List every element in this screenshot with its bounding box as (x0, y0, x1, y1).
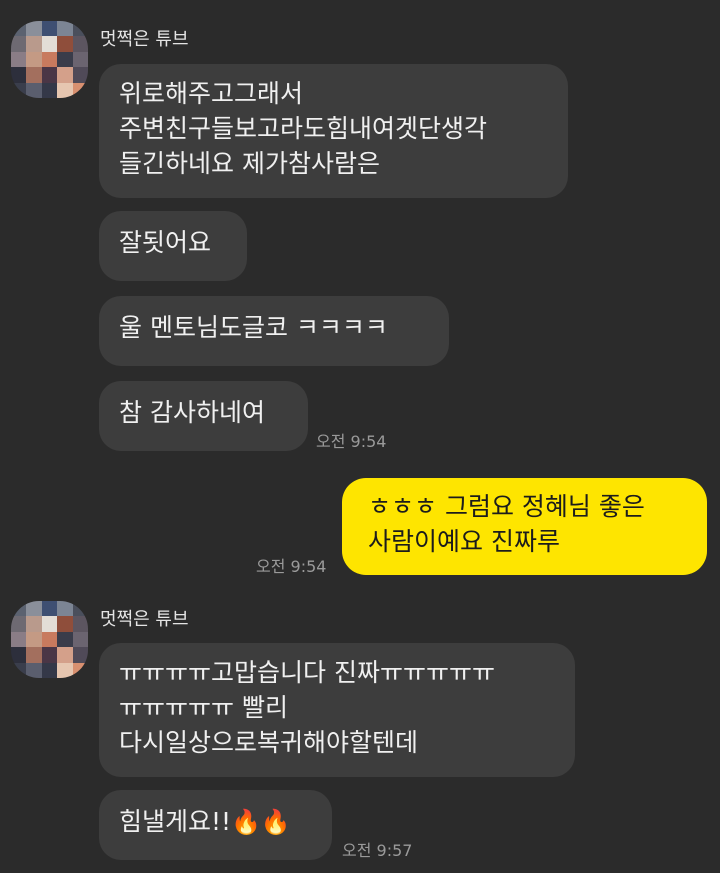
sender-name: 멋쩍은 튜브 (100, 29, 189, 50)
fire-emoji-icon: 🔥🔥 (231, 808, 291, 836)
message-bubble[interactable]: 힘낼게요!!🔥🔥 (99, 790, 332, 860)
message-timestamp: 오전 9:57 (342, 841, 413, 860)
my-message-bubble[interactable]: ㅎㅎㅎ 그럼요 정혜님 좋은 사람이예요 진짜루 (342, 478, 707, 575)
message-timestamp: 오전 9:54 (316, 432, 387, 451)
message-bubble[interactable]: 위로해주고그래서 주변친구들보고라도힘내여겟단생각 들긴하네요 제가참사람은 (99, 64, 568, 198)
message-timestamp: 오전 9:54 (256, 557, 327, 576)
avatar[interactable] (11, 601, 88, 678)
sender-name: 멋쩍은 튜브 (100, 609, 189, 630)
message-text: 힘낼게요!! (119, 807, 232, 836)
avatar[interactable] (11, 21, 88, 98)
message-bubble[interactable]: 참 감사하네여 (99, 381, 308, 451)
message-bubble[interactable]: 잘됫어요 (99, 211, 247, 281)
message-bubble[interactable]: ㅠㅠㅠㅠ고맙습니다 진짜ㅠㅠㅠㅠㅠ ㅠㅠㅠㅠㅠ 빨리 다시일상으로복귀해야할텐데 (99, 643, 575, 777)
message-bubble[interactable]: 울 멘토님도글코 ㅋㅋㅋㅋ (99, 296, 449, 366)
